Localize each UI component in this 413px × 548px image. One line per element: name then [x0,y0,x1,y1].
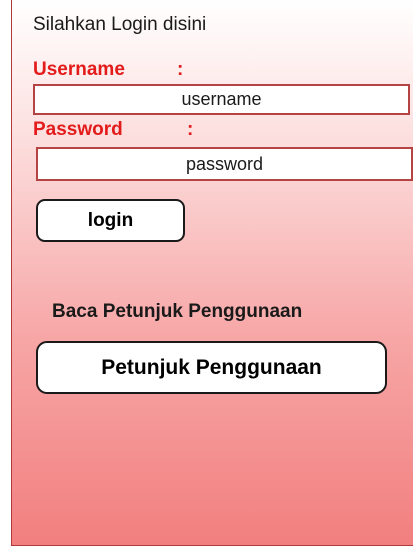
help-heading: Baca Petunjuk Penggunaan [52,301,303,322]
username-label-colon: : [177,59,184,80]
username-field[interactable] [33,84,410,115]
login-button[interactable]: login [36,199,185,242]
login-panel [11,0,413,546]
password-label: Password [33,119,123,140]
username-label: Username [33,59,125,80]
password-label-colon: : [187,119,194,140]
user-guide-button-label: Petunjuk Penggunaan [101,355,322,379]
user-guide-button[interactable]: Petunjuk Penggunaan [36,341,387,394]
password-field[interactable] [36,147,413,181]
login-button-label: login [87,209,134,231]
login-intro-text: Silahkan Login disini [33,14,207,35]
